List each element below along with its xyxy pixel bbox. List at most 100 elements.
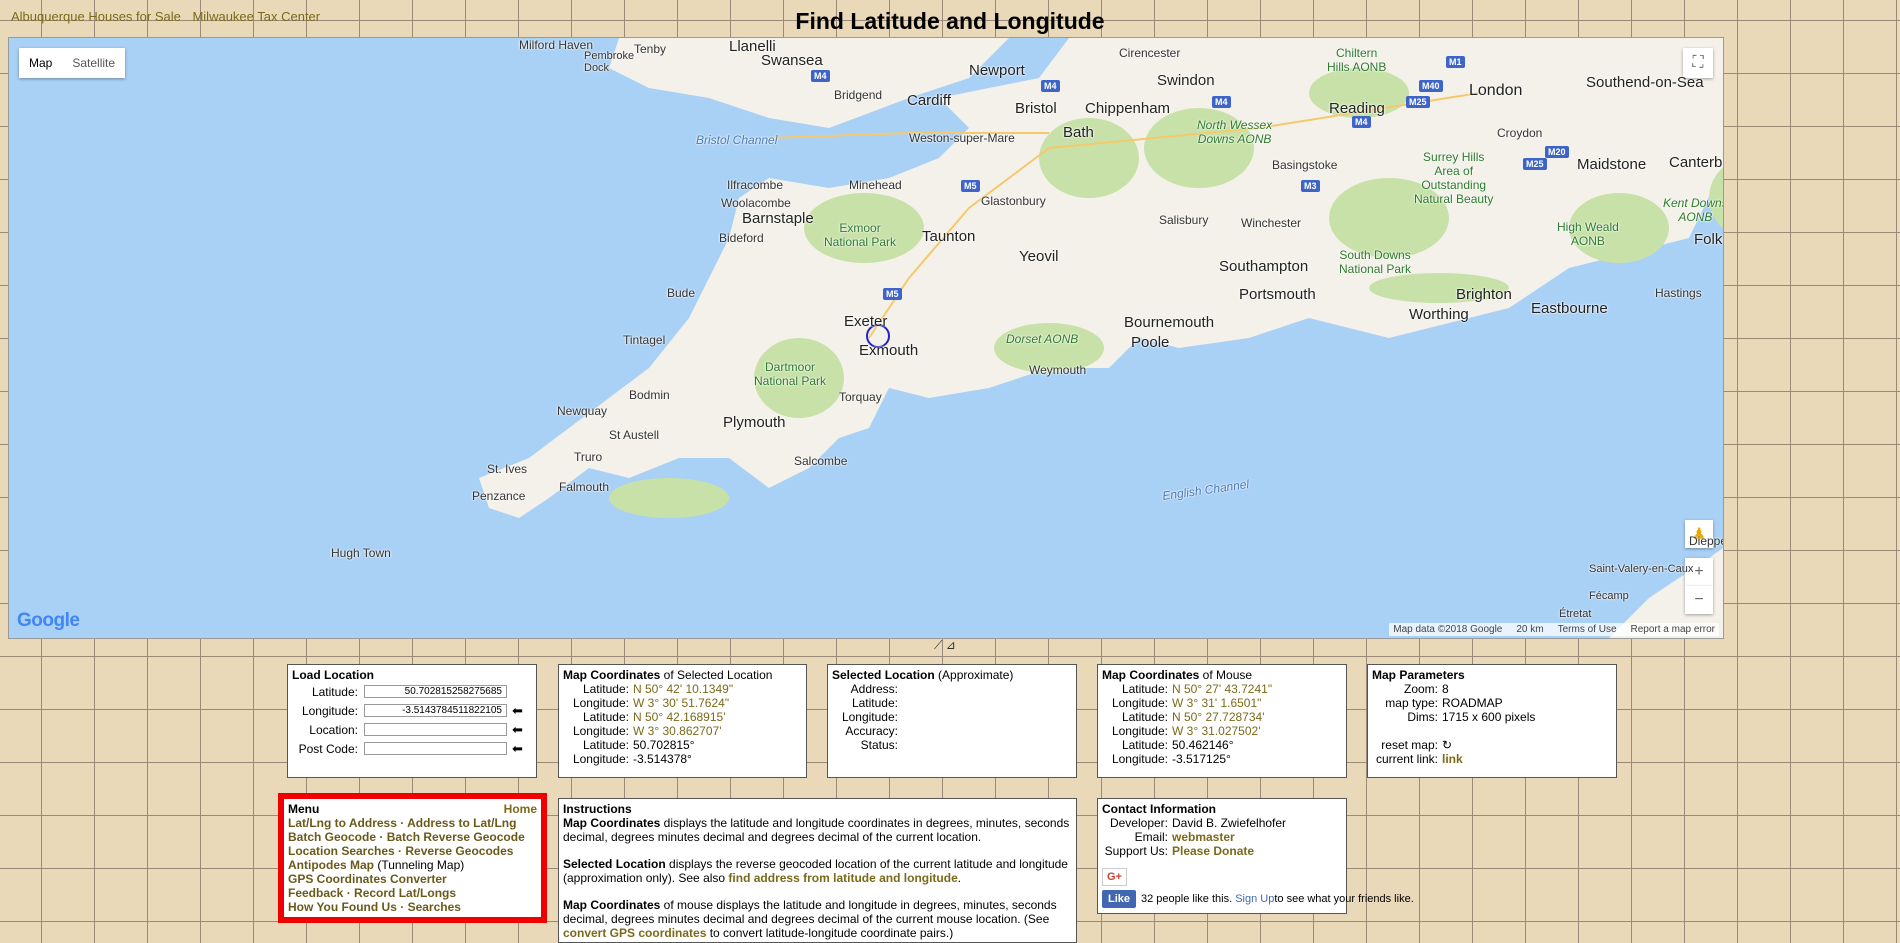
fb-rest-text: to see what your friends like.	[1274, 893, 1414, 905]
map-label: Worthing	[1409, 306, 1469, 323]
map-resize-handle-icon[interactable]: ⟋ ⊿	[934, 638, 956, 653]
selected-location-title-bold: Selected Location	[832, 668, 935, 682]
map-label: Salcombe	[794, 454, 848, 468]
longitude-label: Longitude:	[301, 703, 358, 718]
menu-link[interactable]: Batch Reverse Geocode	[387, 830, 525, 844]
menu-item-row: Antipodes Map (Tunneling Map)	[288, 858, 537, 872]
map-label: Chippenham	[1085, 100, 1171, 117]
terms-link[interactable]: Terms of Use	[1558, 624, 1617, 635]
postcode-input[interactable]	[364, 742, 507, 755]
menu-link[interactable]: Record Lat/Longs	[354, 886, 456, 900]
donate-link[interactable]: Please Donate	[1172, 844, 1254, 858]
menu-link[interactable]: Address to Lat/Lng	[407, 816, 516, 830]
selected-coordinates-panel: Map Coordinates of Selected Location Lat…	[558, 664, 807, 778]
selected-coord-row: Latitude: 50.702815°	[563, 738, 802, 752]
selected-coord-row: Longitude: -3.514378°	[563, 752, 802, 766]
current-link[interactable]: link	[1442, 752, 1463, 766]
convert-gps-link[interactable]: convert GPS coordinates	[563, 926, 706, 940]
menu-link[interactable]: Feedback	[288, 886, 343, 900]
menu-link[interactable]: Lat/Lng to Address	[288, 816, 397, 830]
map-label: Weston-super-Mare	[909, 131, 1015, 145]
map-label: Southampton	[1219, 258, 1309, 275]
home-link[interactable]: Home	[504, 802, 537, 816]
map-label: Taunton	[922, 228, 976, 245]
map-type-satellite-button[interactable]: Satellite	[62, 48, 125, 78]
latitude-input[interactable]	[364, 685, 507, 698]
postcode-label: Post Code:	[298, 741, 358, 756]
location-input[interactable]	[364, 723, 507, 736]
mouse-coord-value: -3.517125°	[1172, 752, 1231, 766]
developer-label: Developer:	[1109, 816, 1168, 830]
selected-location-panel: Selected Location (Approximate) Address:…	[827, 664, 1077, 778]
road-shield: M5	[961, 180, 980, 192]
map-label: Minehead	[849, 178, 902, 192]
mouse-coord-value: N 50° 27.728734'	[1172, 710, 1265, 724]
zoom-out-button[interactable]: −	[1685, 586, 1713, 614]
report-error-link[interactable]: Report a map error	[1631, 624, 1715, 635]
location-label: Location:	[309, 722, 358, 737]
map-label: Tintagel	[623, 333, 666, 347]
map-parameters-panel: Map Parameters Zoom: 8 map type: ROADMAP D…	[1367, 664, 1617, 778]
current-link-label: current link:	[1375, 752, 1438, 766]
developer-value: David B. Zwiefelhofer	[1172, 816, 1287, 830]
road-shield: M40	[1419, 80, 1443, 92]
menu-link[interactable]: Reverse Geocodes	[405, 844, 513, 858]
mouse-coord-row: Latitude: N 50° 27.728734'	[1102, 710, 1342, 724]
fb-signup-link[interactable]: Sign Up	[1235, 892, 1274, 906]
longitude-input[interactable]	[364, 704, 507, 717]
selected-location-row: Longitude:	[832, 710, 1072, 724]
load-postcode-arrow-icon[interactable]: ⬅	[512, 741, 523, 756]
map-label: Kent Downs AONB	[1663, 196, 1723, 224]
map-label: Salisbury	[1159, 213, 1209, 227]
road-shield: M3	[1301, 180, 1320, 192]
map-type-control: Map Satellite	[19, 48, 126, 78]
reset-map-icon[interactable]: ↻	[1442, 738, 1452, 752]
selected-coords-title-bold: Map Coordinates	[563, 668, 661, 682]
map-label: Bridgend	[834, 88, 883, 102]
menu-link[interactable]: Searches	[408, 900, 461, 914]
menu-link[interactable]: How You Found Us	[288, 900, 397, 914]
map-type-map-button[interactable]: Map	[19, 48, 62, 78]
mouse-coord-row: Longitude: W 3° 31' 1.6501"	[1102, 696, 1342, 710]
map-label: Winchester	[1241, 216, 1302, 230]
selected-coord-row: Longitude: W 3° 30' 51.7624"	[563, 696, 802, 710]
menu-item-row: How You Found Us · Searches	[288, 900, 537, 914]
mouse-coords-title-rest: of Mouse	[1199, 668, 1253, 682]
menu-separator: ·	[343, 886, 355, 900]
map-canvas[interactable]: Map Satellite ⛶ ♟ + − Milford Haven Tenb…	[8, 37, 1724, 639]
menu-link[interactable]: Batch Geocode	[288, 830, 376, 844]
menu-panel: Menu Home Lat/Lng to Address · Address t…	[278, 793, 547, 923]
email-link[interactable]: webmaster	[1172, 830, 1235, 844]
selected-coord-row: Longitude: W 3° 30.862707'	[563, 724, 802, 738]
map-label: Woolacombe	[721, 196, 791, 210]
google-logo: Google	[17, 610, 80, 631]
menu-link[interactable]: Antipodes Map	[288, 858, 374, 872]
menu-separator: ·	[396, 900, 408, 914]
map-label: Dorset AONB	[1006, 332, 1079, 346]
map-label: North Wessex Downs AONB	[1197, 118, 1273, 146]
menu-link[interactable]: GPS Coordinates Converter	[288, 872, 447, 886]
selected-coord-value: N 50° 42.168915'	[633, 710, 726, 724]
load-location-arrow-icon[interactable]: ⬅	[512, 722, 523, 737]
map-label: Bristol	[1015, 100, 1057, 117]
instructions-panel: Instructions Map Coordinates displays th…	[558, 798, 1077, 943]
map-label: Dieppe	[1689, 534, 1724, 548]
load-latlng-arrow-icon[interactable]: ⬅	[512, 703, 523, 718]
map-label: Cardiff	[907, 92, 951, 109]
map-label: Yeovil	[1019, 248, 1059, 265]
map-label: Plymouth	[723, 414, 786, 431]
menu-link[interactable]: Location Searches	[288, 844, 395, 858]
map-label: Étretat	[1559, 608, 1592, 620]
find-address-link[interactable]: find address from latitude and longitude	[728, 871, 957, 885]
menu-separator: (Tunneling Map)	[374, 858, 465, 872]
zoom-value: 8	[1442, 682, 1449, 696]
map-label: Portsmouth	[1239, 286, 1316, 303]
selected-location-label: Accuracy:	[845, 724, 898, 738]
dims-label: Dims:	[1407, 710, 1438, 724]
google-plus-button[interactable]: G+	[1102, 868, 1127, 886]
facebook-like-button[interactable]: Like	[1102, 890, 1137, 908]
map-label: Barnstaple	[742, 210, 814, 227]
selected-coord-label: Longitude:	[572, 752, 629, 766]
map-label: Poole	[1131, 334, 1170, 351]
selected-coord-value: N 50° 42' 10.1349"	[633, 682, 734, 696]
